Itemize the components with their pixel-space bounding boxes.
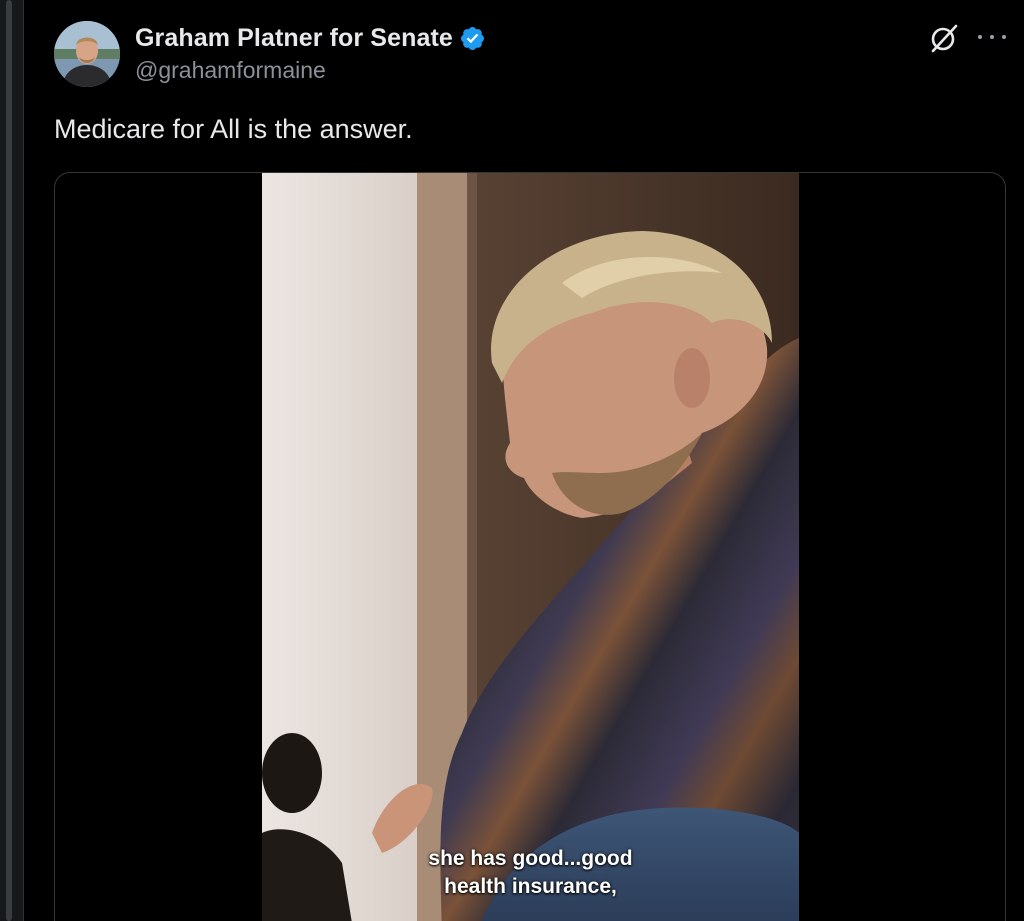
video-player[interactable]: she has good...good health insurance, <box>262 173 799 921</box>
video-frame-image <box>262 173 799 921</box>
post-page: Graham Platner for Senate @grahamformain… <box>0 0 1024 921</box>
author-handle[interactable]: @grahamformaine <box>135 57 326 84</box>
left-scrollbar[interactable] <box>0 0 24 921</box>
author-display-name[interactable]: Graham Platner for Senate <box>135 24 453 53</box>
media-card[interactable]: she has good...good health insurance, <box>54 172 1006 921</box>
dot-icon <box>990 35 994 39</box>
video-caption: she has good...good health insurance, <box>262 845 799 901</box>
verified-badge-icon[interactable] <box>459 25 486 52</box>
dot-icon <box>1002 35 1006 39</box>
scrollbar-thumb[interactable] <box>6 0 12 921</box>
caption-line: she has good...good <box>428 847 633 870</box>
grok-icon[interactable] <box>928 22 960 54</box>
author-avatar[interactable] <box>54 21 120 87</box>
post-text: Medicare for All is the answer. <box>54 114 413 144</box>
avatar-image <box>54 21 120 87</box>
caption-line: health insurance, <box>444 875 617 898</box>
more-options-icon[interactable] <box>978 25 1006 49</box>
dot-icon <box>978 35 982 39</box>
author-name-row[interactable]: Graham Platner for Senate <box>135 22 486 54</box>
